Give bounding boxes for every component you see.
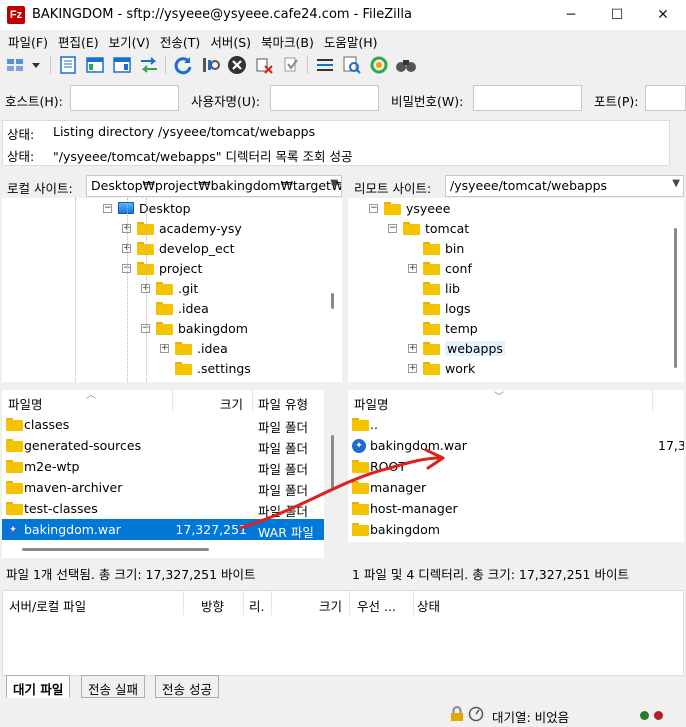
transfer-queue[interactable]: 서버/로컬 파일 방향 리. 크기 우선 ... 상태 xyxy=(2,590,684,676)
queue-column-file[interactable]: 서버/로컬 파일 xyxy=(9,596,86,615)
column-separator xyxy=(349,591,350,615)
upload-activity-led-icon xyxy=(640,711,649,720)
tab-successful-transfers[interactable]: 전송 성공 xyxy=(155,675,219,698)
tab-failed-transfers[interactable]: 전송 실패 xyxy=(81,675,145,698)
tab-queued-files[interactable]: 대기 파일 xyxy=(6,675,71,698)
lock-icon xyxy=(450,706,464,725)
column-separator xyxy=(413,591,414,615)
filezilla-window: Fz BAKINGDOM - sftp://ysyeee@ysyeee.cafe… xyxy=(0,0,686,727)
queue-column-size[interactable]: 크기 xyxy=(319,596,342,615)
queue-column-direction[interactable]: 방향 xyxy=(201,596,224,615)
download-activity-led-icon xyxy=(654,711,663,720)
queue-status-text: 대기열: 비었음 xyxy=(492,710,570,725)
column-separator xyxy=(183,591,184,615)
column-separator xyxy=(271,591,272,615)
queue-column-status[interactable]: 상태 xyxy=(417,596,440,615)
queue-column-remote[interactable]: 리. xyxy=(249,596,264,615)
column-separator xyxy=(243,591,244,615)
status-bar: 대기열: 비었음 xyxy=(0,703,686,727)
speed-limit-icon[interactable] xyxy=(468,706,484,725)
queue-column-priority[interactable]: 우선 ... xyxy=(357,596,396,615)
